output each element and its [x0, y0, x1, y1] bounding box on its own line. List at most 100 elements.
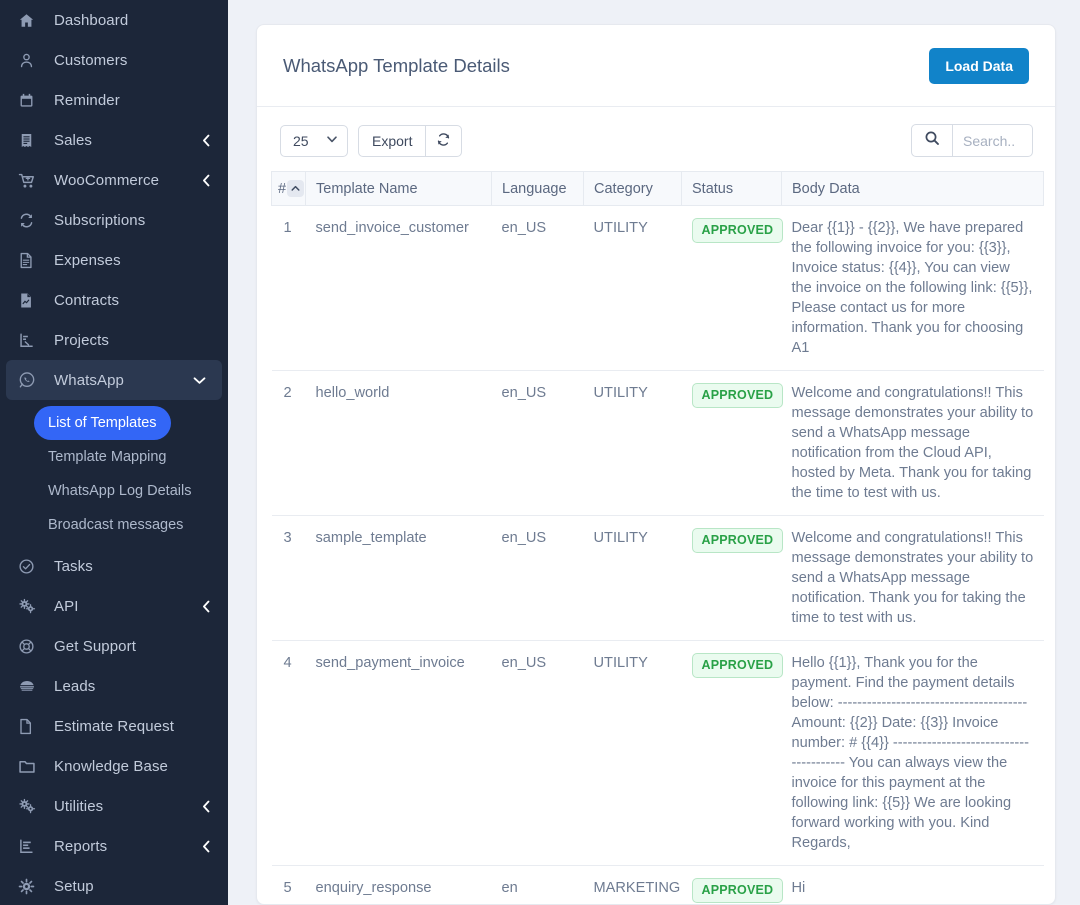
status-badge: APPROVED: [692, 653, 784, 678]
cart-icon: [18, 169, 44, 191]
status-cell: APPROVED: [682, 641, 782, 866]
language-cell: en_US: [492, 371, 584, 516]
calendar-icon: [18, 89, 44, 111]
sidebar-item-knowledge-base[interactable]: Knowledge Base: [0, 746, 228, 786]
sidebar-item-expenses[interactable]: Expenses: [0, 240, 228, 280]
chevron-left-icon[interactable]: [201, 174, 212, 187]
gears-icon: [18, 795, 44, 817]
sidebar-item-label: Sales: [54, 132, 201, 149]
sidebar: Dashboard Customers Reminder Sales WooCommer…: [0, 0, 228, 905]
phone-icon: [18, 675, 44, 697]
category-cell: UTILITY: [584, 641, 682, 866]
status-cell: APPROVED: [682, 206, 782, 371]
chevron-left-icon[interactable]: [201, 600, 212, 613]
refresh-icon: [436, 132, 451, 150]
sidebar-item-estimate-request[interactable]: Estimate Request: [0, 706, 228, 746]
submenu-item-list-of-templates[interactable]: List of Templates: [34, 406, 171, 440]
table-row[interactable]: 4send_payment_invoiceen_USUTILITYAPPROVE…: [272, 641, 1044, 866]
sidebar-item-setup[interactable]: Setup: [0, 866, 228, 905]
sidebar-item-get-support[interactable]: Get Support: [0, 626, 228, 666]
sidebar-item-label: WhatsApp: [54, 372, 193, 389]
folder-icon: [18, 755, 44, 777]
search-input[interactable]: [953, 124, 1033, 157]
sidebar-item-label: Estimate Request: [54, 718, 212, 735]
sidebar-item-subscriptions[interactable]: Subscriptions: [0, 200, 228, 240]
templates-table: # Template Name Language Category Status…: [271, 171, 1044, 905]
sidebar-item-projects[interactable]: Projects: [0, 320, 228, 360]
sort-asc-icon[interactable]: [287, 180, 304, 197]
column-header-language[interactable]: Language: [492, 172, 584, 206]
status-badge: APPROVED: [692, 383, 784, 408]
sidebar-item-label: Get Support: [54, 638, 212, 655]
template-name-cell: hello_world: [306, 371, 492, 516]
column-header-category[interactable]: Category: [584, 172, 682, 206]
sidebar-item-label: Customers: [54, 52, 212, 69]
chevron-left-icon[interactable]: [201, 800, 212, 813]
language-cell: en_US: [492, 641, 584, 866]
sidebar-item-woocommerce[interactable]: WooCommerce: [0, 160, 228, 200]
sidebar-item-tasks[interactable]: Tasks: [0, 546, 228, 586]
sidebar-item-whatsapp[interactable]: WhatsApp: [6, 360, 222, 400]
status-badge: APPROVED: [692, 528, 784, 553]
body-data-cell: Welcome and congratulations!! This messa…: [782, 516, 1044, 641]
page-length-select[interactable]: 102550100: [280, 125, 348, 157]
chevron-left-icon[interactable]: [201, 840, 212, 853]
column-header-num[interactable]: #: [272, 172, 306, 206]
column-header-status[interactable]: Status: [682, 172, 782, 206]
sidebar-item-api[interactable]: API: [0, 586, 228, 626]
sidebar-item-label: Expenses: [54, 252, 212, 269]
check-circle-icon: [18, 555, 44, 577]
sidebar-item-reminder[interactable]: Reminder: [0, 80, 228, 120]
column-header-body-data[interactable]: Body Data: [782, 172, 1044, 206]
status-cell: APPROVED: [682, 516, 782, 641]
sidebar-item-utilities[interactable]: Utilities: [0, 786, 228, 826]
sidebar-item-label: Tasks: [54, 558, 212, 575]
table-head: # Template Name Language Category Status…: [272, 172, 1044, 206]
search-group: [911, 124, 1033, 157]
chevron-left-icon[interactable]: [201, 134, 212, 147]
table-row[interactable]: 2hello_worlden_USUTILITYAPPROVEDWelcome …: [272, 371, 1044, 516]
search-button[interactable]: [911, 124, 953, 157]
submenu-item-whatsapp-log-details[interactable]: WhatsApp Log Details: [34, 474, 205, 508]
sidebar-item-contracts[interactable]: Contracts: [0, 280, 228, 320]
category-cell: UTILITY: [584, 516, 682, 641]
status-cell: APPROVED: [682, 371, 782, 516]
sidebar-item-leads[interactable]: Leads: [0, 666, 228, 706]
language-cell: en_US: [492, 206, 584, 371]
document-icon: [18, 249, 44, 271]
template-details-card: WhatsApp Template Details Load Data 1025…: [256, 24, 1056, 905]
page-length-wrapper: 102550100: [280, 125, 348, 157]
body-data-cell: Hi: [782, 866, 1044, 905]
sidebar-item-label: Knowledge Base: [54, 758, 212, 775]
contract-icon: [18, 289, 44, 311]
status-badge: APPROVED: [692, 878, 784, 903]
submenu-item-template-mapping[interactable]: Template Mapping: [34, 440, 181, 474]
column-header-template-name[interactable]: Template Name: [306, 172, 492, 206]
user-icon: [18, 49, 44, 71]
bar-chart-icon: [18, 835, 44, 857]
table-row[interactable]: 1send_invoice_customeren_USUTILITYAPPROV…: [272, 206, 1044, 371]
sidebar-item-reports[interactable]: Reports: [0, 826, 228, 866]
sidebar-item-sales[interactable]: Sales: [0, 120, 228, 160]
refresh-button[interactable]: [426, 125, 462, 157]
card-header: WhatsApp Template Details Load Data: [257, 25, 1055, 107]
table-row[interactable]: 3sample_templateen_USUTILITYAPPROVEDWelc…: [272, 516, 1044, 641]
load-data-button[interactable]: Load Data: [929, 48, 1029, 84]
sidebar-item-customers[interactable]: Customers: [0, 40, 228, 80]
language-cell: en: [492, 866, 584, 905]
lifebuoy-icon: [18, 635, 44, 657]
sidebar-item-dashboard[interactable]: Dashboard: [0, 0, 228, 40]
chevron-down-icon[interactable]: [193, 375, 206, 386]
template-name-cell: send_payment_invoice: [306, 641, 492, 866]
template-name-cell: enquiry_response: [306, 866, 492, 905]
table-row[interactable]: 5enquiry_responseenMARKETINGAPPROVEDHi: [272, 866, 1044, 905]
submenu-item-broadcast-messages[interactable]: Broadcast messages: [34, 508, 197, 542]
page-title: WhatsApp Template Details: [283, 55, 510, 77]
table-body: 1send_invoice_customeren_USUTILITYAPPROV…: [272, 206, 1044, 905]
sidebar-item-label: API: [54, 598, 201, 615]
export-button[interactable]: Export: [358, 125, 426, 157]
category-cell: UTILITY: [584, 371, 682, 516]
template-name-cell: sample_template: [306, 516, 492, 641]
category-cell: MARKETING: [584, 866, 682, 905]
body-data-cell: Dear {{1}} - {{2}}, We have prepared the…: [782, 206, 1044, 371]
